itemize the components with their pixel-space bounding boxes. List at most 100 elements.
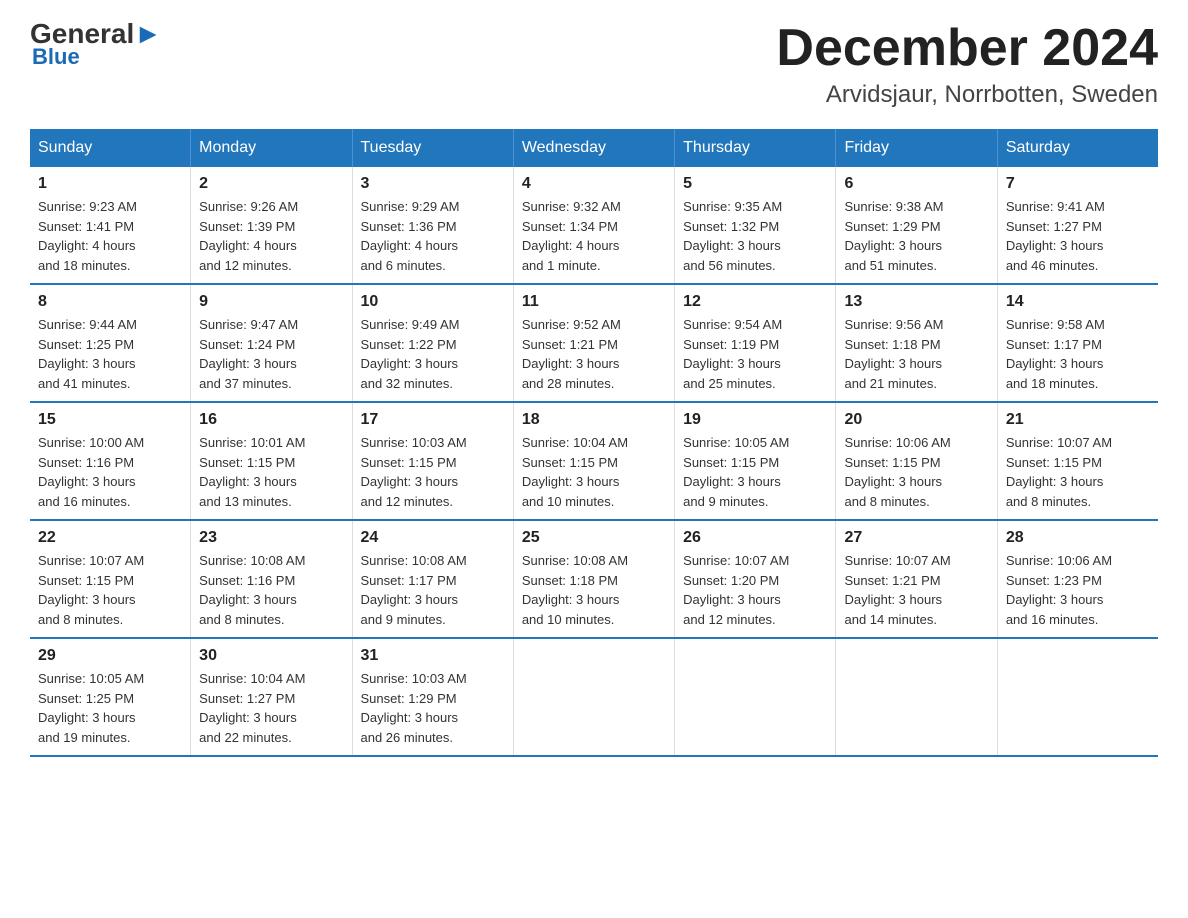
calendar-cell: 13 Sunrise: 9:56 AM Sunset: 1:18 PM Dayli… bbox=[836, 284, 997, 402]
calendar-cell: 25 Sunrise: 10:08 AM Sunset: 1:18 PM Dayl… bbox=[513, 520, 674, 638]
day-number: 4 bbox=[522, 175, 666, 193]
day-number: 24 bbox=[361, 529, 505, 547]
calendar-cell: 22 Sunrise: 10:07 AM Sunset: 1:15 PM Dayl… bbox=[30, 520, 191, 638]
day-number: 31 bbox=[361, 647, 505, 665]
day-info: Sunrise: 9:32 AM Sunset: 1:34 PM Dayligh… bbox=[522, 197, 666, 275]
calendar-cell: 26 Sunrise: 10:07 AM Sunset: 1:20 PM Dayl… bbox=[675, 520, 836, 638]
calendar-cell: 19Sunrise: 10:05 AM Sunset: 1:15 PM Dayl… bbox=[675, 402, 836, 520]
calendar-cell: 29 Sunrise: 10:05 AM Sunset: 1:25 PM Dayl… bbox=[30, 638, 191, 756]
day-info: Sunrise: 9:58 AM Sunset: 1:17 PM Dayligh… bbox=[1006, 315, 1150, 393]
day-info: Sunrise: 10:08 AM Sunset: 1:18 PM Daylig… bbox=[522, 551, 666, 629]
month-title: December 2024 bbox=[776, 20, 1158, 77]
location-title: Arvidsjaur, Norrbotten, Sweden bbox=[776, 81, 1158, 109]
logo-blue-text: Blue bbox=[32, 44, 80, 70]
day-number: 7 bbox=[1006, 175, 1150, 193]
day-info: Sunrise: 9:47 AM Sunset: 1:24 PM Dayligh… bbox=[199, 315, 343, 393]
day-number: 14 bbox=[1006, 293, 1150, 311]
calendar-cell: 31 Sunrise: 10:03 AM Sunset: 1:29 PM Dayl… bbox=[352, 638, 513, 756]
calendar-cell: 3 Sunrise: 9:29 AM Sunset: 1:36 PM Daylig… bbox=[352, 167, 513, 284]
day-info: Sunrise: 10:07 AM Sunset: 1:20 PM Daylig… bbox=[683, 551, 827, 629]
day-number: 27 bbox=[844, 529, 988, 547]
weekday-header-saturday: Saturday bbox=[997, 129, 1158, 167]
title-block: December 2024 Arvidsjaur, Norrbotten, Sw… bbox=[776, 20, 1158, 109]
calendar-cell: 21Sunrise: 10:07 AM Sunset: 1:15 PM Dayl… bbox=[997, 402, 1158, 520]
calendar-cell: 12 Sunrise: 9:54 AM Sunset: 1:19 PM Dayli… bbox=[675, 284, 836, 402]
day-number: 18 bbox=[522, 411, 666, 429]
day-number: 9 bbox=[199, 293, 343, 311]
calendar-cell bbox=[997, 638, 1158, 756]
logo-arrow-icon: ► bbox=[134, 18, 162, 49]
day-info: Sunrise: 10:03 AM Sunset: 1:15 PM Daylig… bbox=[361, 433, 505, 511]
day-number: 12 bbox=[683, 293, 827, 311]
calendar-cell: 5Sunrise: 9:35 AM Sunset: 1:32 PM Daylig… bbox=[675, 167, 836, 284]
day-info: Sunrise: 10:05 AM Sunset: 1:25 PM Daylig… bbox=[38, 669, 182, 747]
logo: General► Blue bbox=[30, 20, 162, 70]
calendar-cell: 11 Sunrise: 9:52 AM Sunset: 1:21 PM Dayli… bbox=[513, 284, 674, 402]
day-number: 22 bbox=[38, 529, 182, 547]
calendar-table: SundayMondayTuesdayWednesdayThursdayFrid… bbox=[30, 129, 1158, 757]
day-info: Sunrise: 10:01 AM Sunset: 1:15 PM Daylig… bbox=[199, 433, 343, 511]
calendar-cell: 24Sunrise: 10:08 AM Sunset: 1:17 PM Dayl… bbox=[352, 520, 513, 638]
day-number: 8 bbox=[38, 293, 182, 311]
day-number: 25 bbox=[522, 529, 666, 547]
weekday-header-sunday: Sunday bbox=[30, 129, 191, 167]
calendar-cell: 16 Sunrise: 10:01 AM Sunset: 1:15 PM Dayl… bbox=[191, 402, 352, 520]
week-row-1: 1Sunrise: 9:23 AM Sunset: 1:41 PM Daylig… bbox=[30, 167, 1158, 284]
day-info: Sunrise: 9:23 AM Sunset: 1:41 PM Dayligh… bbox=[38, 197, 182, 275]
day-info: Sunrise: 9:38 AM Sunset: 1:29 PM Dayligh… bbox=[844, 197, 988, 275]
weekday-header-monday: Monday bbox=[191, 129, 352, 167]
calendar-cell: 30Sunrise: 10:04 AM Sunset: 1:27 PM Dayl… bbox=[191, 638, 352, 756]
day-number: 13 bbox=[844, 293, 988, 311]
day-number: 29 bbox=[38, 647, 182, 665]
week-row-2: 8 Sunrise: 9:44 AM Sunset: 1:25 PM Daylig… bbox=[30, 284, 1158, 402]
weekday-header-wednesday: Wednesday bbox=[513, 129, 674, 167]
day-info: Sunrise: 9:52 AM Sunset: 1:21 PM Dayligh… bbox=[522, 315, 666, 393]
day-number: 15 bbox=[38, 411, 182, 429]
calendar-cell: 10Sunrise: 9:49 AM Sunset: 1:22 PM Dayli… bbox=[352, 284, 513, 402]
calendar-cell: 9 Sunrise: 9:47 AM Sunset: 1:24 PM Daylig… bbox=[191, 284, 352, 402]
day-info: Sunrise: 9:29 AM Sunset: 1:36 PM Dayligh… bbox=[361, 197, 505, 275]
week-row-3: 15 Sunrise: 10:00 AM Sunset: 1:16 PM Dayl… bbox=[30, 402, 1158, 520]
day-info: Sunrise: 9:56 AM Sunset: 1:18 PM Dayligh… bbox=[844, 315, 988, 393]
day-number: 11 bbox=[522, 293, 666, 311]
day-number: 2 bbox=[199, 175, 343, 193]
day-info: Sunrise: 10:06 AM Sunset: 1:23 PM Daylig… bbox=[1006, 551, 1150, 629]
day-info: Sunrise: 9:44 AM Sunset: 1:25 PM Dayligh… bbox=[38, 315, 182, 393]
day-number: 6 bbox=[844, 175, 988, 193]
day-number: 30 bbox=[199, 647, 343, 665]
day-number: 16 bbox=[199, 411, 343, 429]
day-info: Sunrise: 10:07 AM Sunset: 1:15 PM Daylig… bbox=[1006, 433, 1150, 511]
weekday-header-thursday: Thursday bbox=[675, 129, 836, 167]
day-info: Sunrise: 9:41 AM Sunset: 1:27 PM Dayligh… bbox=[1006, 197, 1150, 275]
day-info: Sunrise: 10:07 AM Sunset: 1:21 PM Daylig… bbox=[844, 551, 988, 629]
calendar-cell bbox=[675, 638, 836, 756]
day-info: Sunrise: 9:49 AM Sunset: 1:22 PM Dayligh… bbox=[361, 315, 505, 393]
day-number: 26 bbox=[683, 529, 827, 547]
day-info: Sunrise: 10:07 AM Sunset: 1:15 PM Daylig… bbox=[38, 551, 182, 629]
day-info: Sunrise: 10:06 AM Sunset: 1:15 PM Daylig… bbox=[844, 433, 988, 511]
day-info: Sunrise: 10:08 AM Sunset: 1:16 PM Daylig… bbox=[199, 551, 343, 629]
week-row-4: 22 Sunrise: 10:07 AM Sunset: 1:15 PM Dayl… bbox=[30, 520, 1158, 638]
calendar-cell: 28Sunrise: 10:06 AM Sunset: 1:23 PM Dayl… bbox=[997, 520, 1158, 638]
calendar-cell bbox=[513, 638, 674, 756]
weekday-header-row: SundayMondayTuesdayWednesdayThursdayFrid… bbox=[30, 129, 1158, 167]
day-number: 3 bbox=[361, 175, 505, 193]
day-info: Sunrise: 10:00 AM Sunset: 1:16 PM Daylig… bbox=[38, 433, 182, 511]
day-info: Sunrise: 10:03 AM Sunset: 1:29 PM Daylig… bbox=[361, 669, 505, 747]
calendar-cell bbox=[836, 638, 997, 756]
calendar-cell: 27 Sunrise: 10:07 AM Sunset: 1:21 PM Dayl… bbox=[836, 520, 997, 638]
day-info: Sunrise: 10:04 AM Sunset: 1:15 PM Daylig… bbox=[522, 433, 666, 511]
calendar-cell: 1Sunrise: 9:23 AM Sunset: 1:41 PM Daylig… bbox=[30, 167, 191, 284]
calendar-cell: 18 Sunrise: 10:04 AM Sunset: 1:15 PM Dayl… bbox=[513, 402, 674, 520]
calendar-cell: 4 Sunrise: 9:32 AM Sunset: 1:34 PM Daylig… bbox=[513, 167, 674, 284]
day-info: Sunrise: 9:35 AM Sunset: 1:32 PM Dayligh… bbox=[683, 197, 827, 275]
calendar-cell: 17 Sunrise: 10:03 AM Sunset: 1:15 PM Dayl… bbox=[352, 402, 513, 520]
weekday-header-friday: Friday bbox=[836, 129, 997, 167]
calendar-cell: 2 Sunrise: 9:26 AM Sunset: 1:39 PM Daylig… bbox=[191, 167, 352, 284]
calendar-cell: 6 Sunrise: 9:38 AM Sunset: 1:29 PM Daylig… bbox=[836, 167, 997, 284]
calendar-cell: 14 Sunrise: 9:58 AM Sunset: 1:17 PM Dayli… bbox=[997, 284, 1158, 402]
calendar-cell: 23Sunrise: 10:08 AM Sunset: 1:16 PM Dayl… bbox=[191, 520, 352, 638]
day-number: 17 bbox=[361, 411, 505, 429]
day-info: Sunrise: 9:54 AM Sunset: 1:19 PM Dayligh… bbox=[683, 315, 827, 393]
day-info: Sunrise: 9:26 AM Sunset: 1:39 PM Dayligh… bbox=[199, 197, 343, 275]
